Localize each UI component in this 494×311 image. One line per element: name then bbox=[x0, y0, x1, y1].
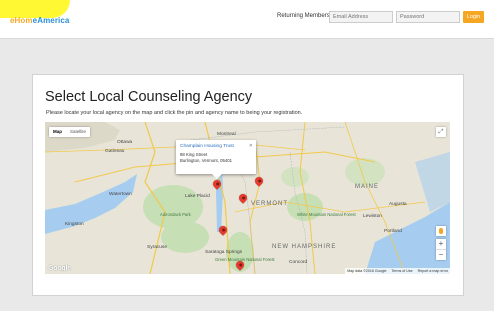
place-label: Saratoga Springs bbox=[205, 250, 243, 255]
email-input[interactable] bbox=[329, 11, 393, 23]
zoom-control: + − bbox=[436, 239, 446, 260]
place-label: Adirondack Park bbox=[160, 212, 191, 217]
page-instructions: Please locate your local agency on the m… bbox=[46, 110, 303, 116]
map-type-control: Map Satellite bbox=[49, 127, 91, 137]
place-label: Kingston bbox=[65, 222, 84, 227]
agency-street: 88 King Street bbox=[180, 152, 208, 157]
google-logo: Google bbox=[48, 265, 71, 272]
page-title: Select Local Counseling Agency bbox=[45, 89, 253, 105]
place-label: Gatineau bbox=[105, 149, 125, 154]
fullscreen-icon[interactable]: ⤢ bbox=[436, 127, 446, 137]
state-label: VERMONT bbox=[251, 201, 288, 207]
state-label: MAINE bbox=[355, 184, 380, 190]
agency-name-link[interactable]: Champlain Housing Trust bbox=[180, 144, 234, 149]
map-type-satellite[interactable]: Satellite bbox=[66, 127, 90, 137]
top-bar: eHomeAmerica Returning Members Login bbox=[0, 0, 494, 39]
agency-map[interactable]: Ottawa Gatineau Montreal Kingston Watert… bbox=[45, 122, 450, 274]
map-attribution: Map data ©2016 Google Terms of Use Repor… bbox=[345, 268, 450, 274]
zoom-out-button[interactable]: − bbox=[436, 249, 446, 260]
agency-info-window: Champlain Housing Trust 88 King Street B… bbox=[176, 140, 256, 179]
place-label: Lake Placid bbox=[185, 194, 210, 199]
place-label: Syracuse bbox=[147, 245, 167, 250]
returning-members-label: Returning Members bbox=[277, 13, 330, 19]
place-label: Portland bbox=[384, 229, 402, 234]
place-label: White Mountain National Forest bbox=[297, 212, 356, 217]
logo[interactable]: eHomeAmerica bbox=[10, 16, 69, 25]
place-label: Lewiston bbox=[363, 214, 382, 219]
state-label: NEW HAMPSHIRE bbox=[272, 244, 337, 250]
map-type-map[interactable]: Map bbox=[49, 127, 66, 137]
password-input[interactable] bbox=[396, 11, 460, 23]
agency-city: Burlington, Vermont, 05401 bbox=[180, 158, 233, 163]
place-label: Green Mountain National Forest bbox=[215, 257, 275, 262]
place-label: Augusta bbox=[389, 202, 407, 207]
place-label: Watertown bbox=[109, 192, 132, 197]
place-label: Montreal bbox=[217, 132, 236, 137]
street-view-icon[interactable] bbox=[436, 226, 446, 236]
place-label: Ottawa bbox=[117, 140, 133, 145]
login-button[interactable]: Login bbox=[463, 11, 484, 23]
zoom-in-button[interactable]: + bbox=[436, 239, 446, 249]
map-data-credit: Map data ©2016 Google bbox=[347, 269, 387, 273]
report-error-link[interactable]: Report a map error bbox=[418, 268, 448, 274]
terms-link[interactable]: Terms of Use bbox=[391, 268, 412, 274]
place-label: Concord bbox=[289, 260, 308, 265]
close-icon[interactable]: ✕ bbox=[249, 143, 253, 149]
agency-card: Select Local Counseling Agency Please lo… bbox=[32, 74, 464, 296]
